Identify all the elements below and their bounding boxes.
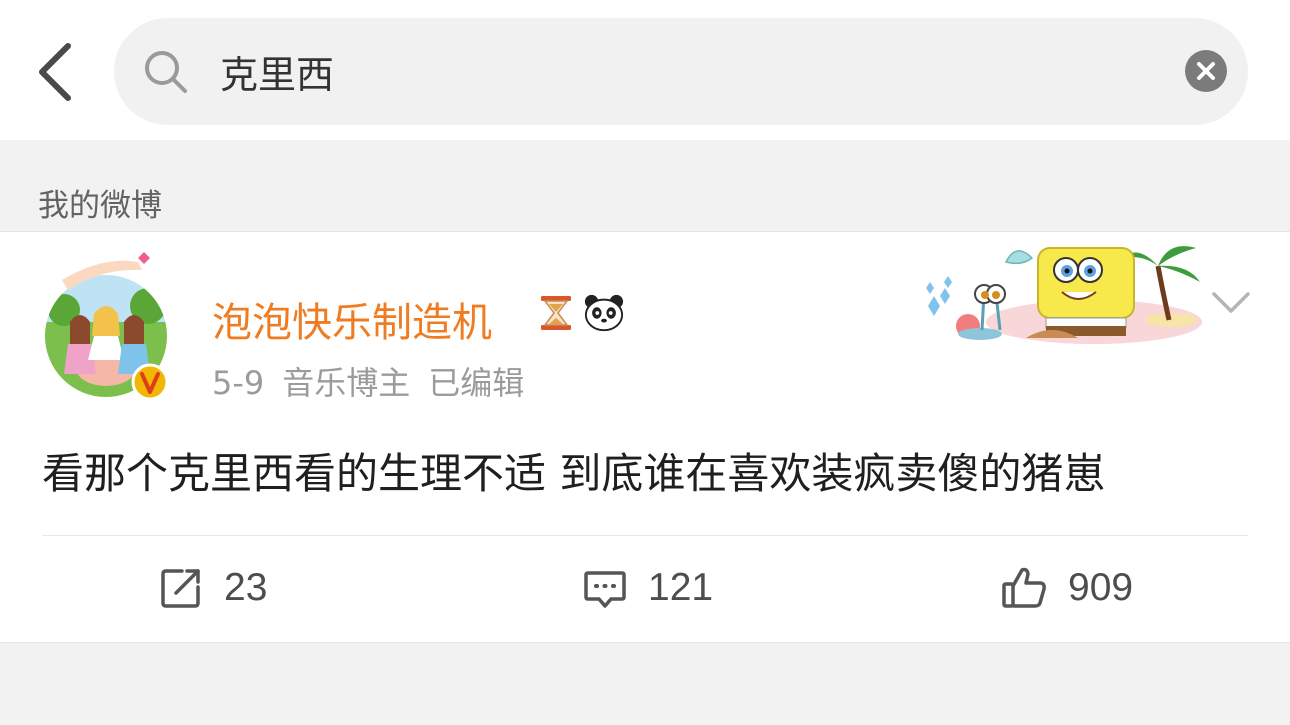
repost-icon <box>161 569 200 608</box>
back-arrow-icon <box>39 43 71 101</box>
search-icon <box>145 51 187 93</box>
like-count: 909 <box>1068 566 1134 609</box>
top-bar <box>0 0 1290 140</box>
search-box[interactable] <box>114 18 1248 125</box>
comment-icon <box>584 571 626 608</box>
like-button[interactable]: 909 <box>1000 558 1133 618</box>
comment-button[interactable]: 121 <box>582 558 713 618</box>
username[interactable]: 泡泡快乐制造机 <box>212 290 492 348</box>
post-text[interactable]: 看那个克里西看的生理不适 到底谁在喜欢装疯卖傻的猪崽 <box>42 440 1105 501</box>
edited-label: 已编辑 <box>428 364 525 402</box>
clear-search-button[interactable] <box>1185 50 1227 92</box>
comment-count: 121 <box>648 566 714 609</box>
section-title: 我的微博 <box>38 188 162 224</box>
panda-icon <box>584 294 624 332</box>
search-input[interactable] <box>220 40 1160 102</box>
author-tag: 音乐博主 <box>282 364 411 402</box>
verified-badge-icon <box>131 363 169 401</box>
hourglass-icon <box>541 296 571 330</box>
repost-button[interactable]: 23 <box>158 558 267 618</box>
close-icon <box>1197 62 1215 80</box>
more-options-button[interactable] <box>1208 286 1254 320</box>
card-decoration-image <box>926 246 1202 344</box>
post-date: 5-9 <box>212 364 265 402</box>
back-button[interactable] <box>30 40 86 104</box>
post-meta: 5-9 音乐博主 已编辑 <box>212 358 542 404</box>
chevron-down-icon <box>1212 292 1250 313</box>
thumbs-up-icon <box>1002 567 1046 608</box>
avatar[interactable] <box>42 252 170 402</box>
repost-count: 23 <box>224 566 268 609</box>
divider <box>42 535 1248 536</box>
